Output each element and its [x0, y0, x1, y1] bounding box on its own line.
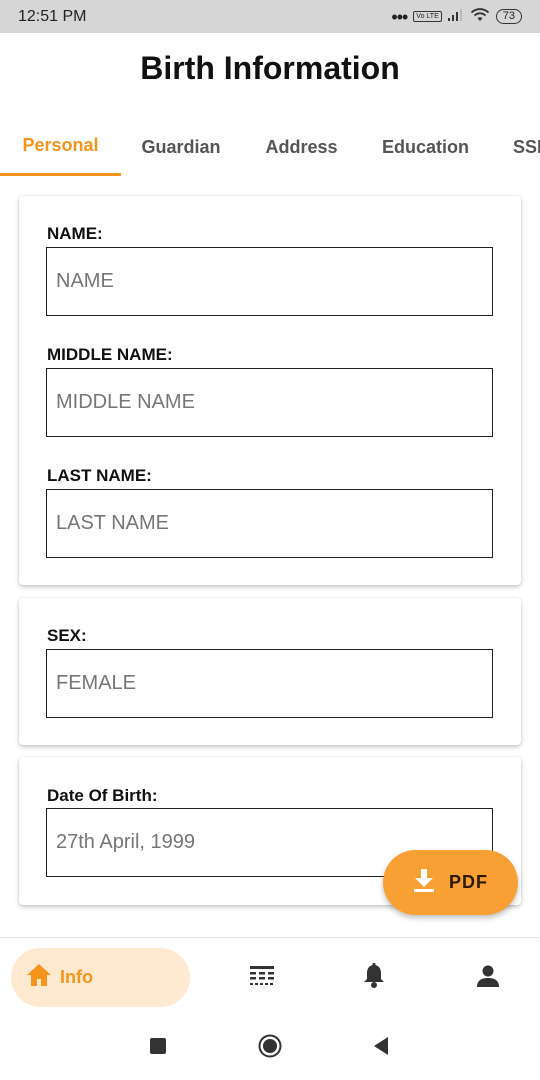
square-icon: [149, 1037, 167, 1060]
wifi-icon: [470, 8, 490, 25]
nav-item-notifications[interactable]: [360, 962, 388, 994]
tab-bar: Personal Guardian Address Education SSI: [0, 118, 540, 176]
tab-address[interactable]: Address: [241, 118, 362, 176]
bell-icon: [362, 962, 386, 994]
home-button[interactable]: [258, 1034, 282, 1063]
download-icon: [413, 868, 435, 897]
signal-icon: [447, 9, 464, 24]
middle-name-field-box: [46, 368, 493, 437]
name-field-box: [46, 247, 493, 316]
name-input[interactable]: [56, 270, 492, 293]
tab-guardian[interactable]: Guardian: [121, 118, 241, 176]
status-bar: 12:51 PM ••• Vo LTE 73: [0, 0, 540, 33]
nav-item-profile[interactable]: [474, 964, 502, 992]
recents-button[interactable]: [146, 1036, 170, 1060]
status-icons: ••• Vo LTE 73: [391, 8, 522, 26]
last-name-field-box: [46, 489, 493, 558]
nav-item-table[interactable]: [248, 964, 276, 992]
person-icon: [476, 964, 500, 993]
bottom-nav: Info: [0, 937, 540, 1015]
volte-icon: Vo LTE: [413, 11, 442, 22]
page-title: Birth Information: [140, 50, 400, 86]
tab-ssi[interactable]: SSI: [489, 118, 540, 176]
sex-input[interactable]: [56, 672, 492, 695]
last-name-input[interactable]: [56, 512, 492, 535]
name-card: NAME: MIDDLE NAME: LAST NAME:: [19, 196, 521, 585]
tab-personal[interactable]: Personal: [0, 118, 121, 176]
system-nav-bar: [0, 1015, 540, 1080]
sex-card: SEX:: [19, 598, 521, 745]
sex-label: SEX:: [47, 626, 87, 645]
name-label: NAME:: [47, 224, 103, 243]
last-name-label: LAST NAME:: [47, 466, 152, 485]
nav-info-label: Info: [60, 967, 93, 987]
middle-name-input[interactable]: [56, 391, 492, 414]
back-button[interactable]: [369, 1036, 393, 1060]
home-icon: [26, 963, 52, 992]
circle-icon: [258, 1034, 282, 1063]
status-time: 12:51 PM: [18, 7, 87, 25]
more-dots-icon: •••: [391, 6, 408, 27]
pdf-download-button[interactable]: PDF: [383, 850, 518, 915]
pdf-button-label: PDF: [449, 872, 488, 892]
sex-field-box: [46, 649, 493, 718]
nav-item-info[interactable]: Info: [11, 948, 190, 1007]
tab-education[interactable]: Education: [362, 118, 489, 176]
back-triangle-icon: [372, 1036, 390, 1061]
dob-label: Date Of Birth:: [47, 786, 158, 805]
middle-name-label: MIDDLE NAME:: [47, 345, 173, 364]
table-icon: [249, 964, 275, 993]
battery-icon: 73: [495, 9, 522, 24]
